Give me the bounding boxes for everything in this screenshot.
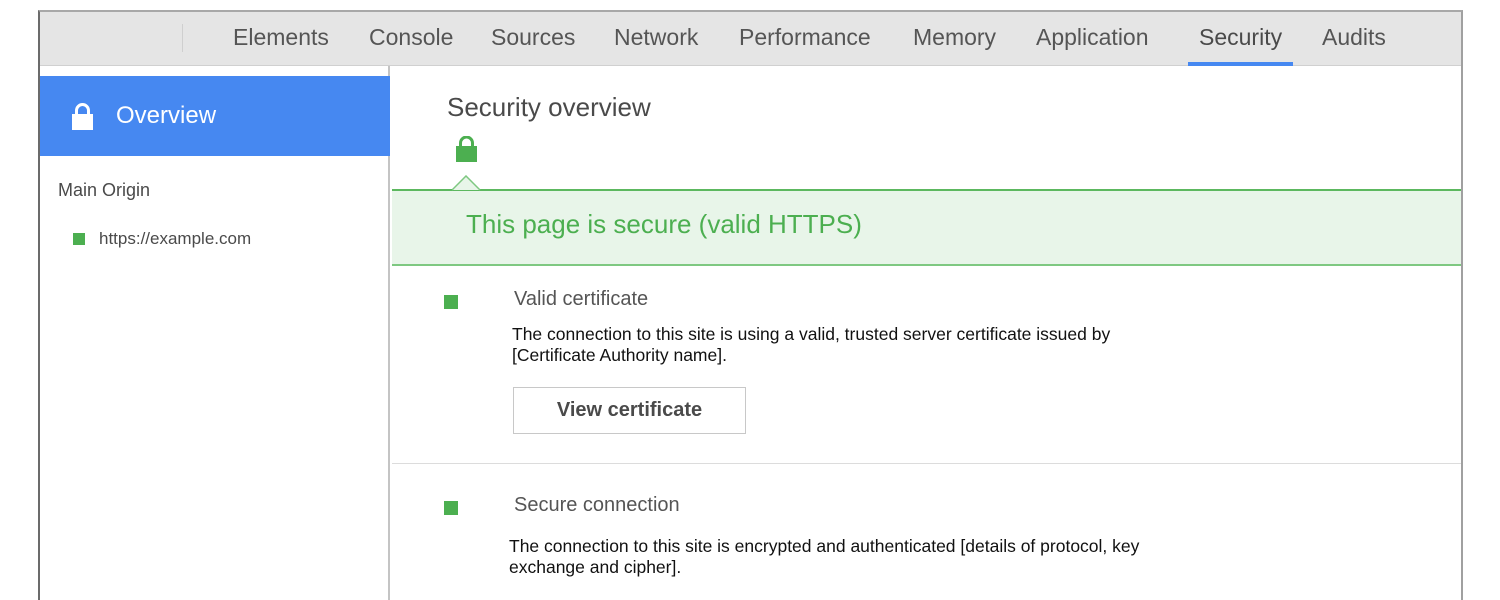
secure-status-icon	[444, 501, 458, 515]
page-title: Security overview	[447, 92, 651, 122]
origin-url: https://example.com	[99, 229, 252, 248]
tab-application[interactable]: Application	[1036, 12, 1149, 66]
view-certificate-button[interactable]: View certificate	[513, 387, 746, 434]
tab-label: Elements	[233, 24, 329, 50]
devtools-window: Elements Console Sources Network Perform…	[38, 10, 1463, 600]
banner-pointer	[452, 175, 481, 191]
devtools-tab-bar: Elements Console Sources Network Perform…	[40, 12, 1461, 66]
tab-label: Audits	[1322, 24, 1386, 50]
main-origin-heading: Main Origin	[58, 180, 151, 200]
tab-audits[interactable]: Audits	[1322, 12, 1386, 66]
sidebar-item-overview[interactable]: Overview	[40, 76, 390, 156]
lock-icon	[456, 136, 477, 162]
tab-elements[interactable]: Elements	[233, 12, 329, 66]
tab-label: Sources	[491, 24, 576, 50]
tab-performance[interactable]: Performance	[739, 12, 871, 66]
tab-memory[interactable]: Memory	[913, 12, 996, 66]
tab-console[interactable]: Console	[369, 12, 453, 66]
lock-icon	[72, 102, 93, 130]
tab-label: Network	[614, 24, 699, 50]
certificate-section: Valid certificate The connection to this…	[392, 266, 1461, 464]
section-description: The connection to this site is encrypted…	[509, 536, 1140, 577]
tab-label: Performance	[739, 24, 871, 50]
tab-sources[interactable]: Sources	[491, 12, 575, 66]
tab-label: Console	[369, 24, 454, 50]
security-main-panel: Security overview This page is secure (v…	[392, 66, 1461, 600]
connection-section: Secure connection The connection to this…	[392, 465, 1461, 600]
sidebar-item-label: Overview	[116, 102, 217, 129]
section-description: The connection to this site is using a v…	[512, 324, 1111, 365]
tab-label: Security	[1199, 24, 1283, 50]
tab-security[interactable]: Security	[1188, 12, 1294, 66]
tab-bar-separator	[182, 24, 183, 52]
tab-label: Memory	[913, 24, 997, 50]
secure-status-icon	[73, 233, 85, 245]
tab-label: Application	[1036, 24, 1149, 50]
tab-network[interactable]: Network	[614, 12, 698, 66]
secure-status-icon	[444, 295, 458, 309]
security-summary-text: This page is secure (valid HTTPS)	[466, 209, 862, 239]
security-summary-banner: This page is secure (valid HTTPS)	[392, 189, 1461, 266]
security-sidebar: Overview Main Origin https://example.com	[40, 66, 390, 600]
sidebar-item-origin[interactable]: https://example.com	[73, 229, 251, 249]
section-heading: Secure connection	[514, 494, 680, 516]
section-heading: Valid certificate	[514, 288, 649, 310]
